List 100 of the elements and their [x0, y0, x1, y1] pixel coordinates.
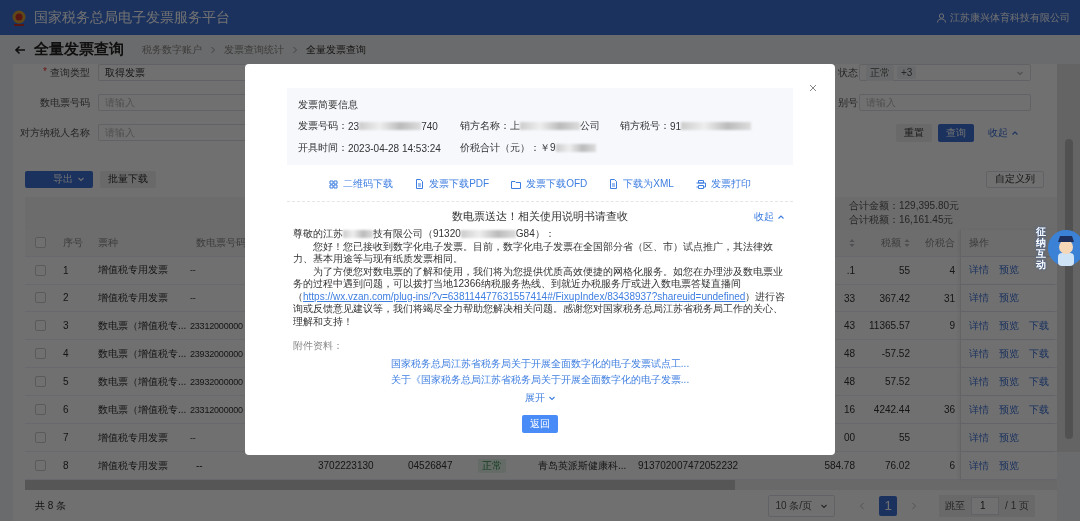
row-action-link[interactable]: 预览 [999, 430, 1019, 445]
table-cell: .1 [846, 264, 855, 276]
table-cell-text: 增值税专用发票 [97, 290, 169, 305]
info-value: 23 [348, 120, 360, 132]
table-cell-text: -- [189, 292, 197, 303]
download-link[interactable]: 发票下载PDF [415, 177, 490, 191]
jump-label: 跳至 [945, 498, 966, 513]
breadcrumb-item[interactable]: 全量发票查询 [306, 42, 366, 57]
table-cell-text: 2 [62, 292, 70, 304]
table-cell-text: 4 [62, 348, 70, 360]
row-action-link[interactable]: 下载 [1029, 402, 1049, 417]
batch-download-button[interactable]: 批量下载 [100, 170, 156, 188]
summary-text: 合计金额：129,395.80元 [849, 199, 960, 214]
attachment-link[interactable]: 关于《国家税务总局江苏省税务局关于开展全面数字化的电子发票... [390, 372, 690, 387]
input-field[interactable]: 取得发票 [98, 64, 245, 82]
row-action-link[interactable]: 详情 [969, 458, 989, 473]
row-action-link[interactable]: 下载 [1029, 374, 1049, 389]
table-cell-text: 5 [62, 376, 70, 388]
table-cell-text: 8 [62, 460, 70, 471]
collapse-link[interactable]: 收起 [980, 123, 1027, 142]
live-room-link[interactable]: https://wx.vzan.com/plug-ins/?v=638114477631557414#/FixupIndex/83438937?shareuid=undefined [303, 290, 746, 302]
table-cell: 57.52 [884, 376, 910, 388]
emblem-icon [10, 8, 28, 27]
row-action-link[interactable]: 预览 [999, 318, 1019, 333]
info-title: 发票简要信息 [298, 98, 359, 112]
table-cell-text: 1 [62, 264, 70, 276]
user-icon [937, 12, 946, 23]
page-input[interactable]: 1 [971, 496, 1000, 515]
table-cell-text: 数电票（增值税专... [97, 318, 188, 333]
row-action-link[interactable]: 详情 [969, 318, 989, 333]
app-title: 国家税务总局电子发票服务平台 [34, 8, 230, 27]
table-cell-text: 6 [62, 404, 70, 416]
notice-title: 数电票送达！相关使用说明书请查收 [452, 210, 628, 224]
row-action-link[interactable]: 预览 [999, 291, 1019, 306]
table-cell: 16 [843, 404, 855, 416]
download-link[interactable]: 发票打印 [695, 177, 751, 191]
row-action-link[interactable]: 下载 [1029, 318, 1049, 333]
table-cell: 9 [949, 320, 955, 332]
table-cell-text: 3 [62, 320, 70, 332]
row-action-link[interactable]: 详情 [969, 291, 989, 306]
table-cell: 4 [949, 264, 955, 276]
row-action-link[interactable]: 详情 [969, 263, 989, 278]
table-cell: 11365.57 [869, 320, 910, 332]
row-action-link[interactable]: 预览 [999, 374, 1019, 389]
table-cell: 6 [949, 460, 955, 471]
notice-paragraph: 为了方便您对数电票的了解和使用，我们将为您提供优质高效便捷的网格化服务。如您在办理涉及数电票业务的过程中遇到问题，可以拨打当地12366纳税服务热线、到就近办税服务厅或进入数电票答疑直播间（https://wx.vzan.com/plug-ins/?v=638114477631557414#/FixupIndex/83438937?shareuid=undefined）进行咨询或反馈意见建议等，我们将竭尽全力帮助您解决相关问题。感谢您对国家税务总局江苏省税务局工作的关心、理解和支持！ [293, 265, 787, 328]
row-action-link[interactable]: 预览 [999, 402, 1019, 417]
greeting-text: G84）： [515, 228, 555, 241]
download-link[interactable]: 发票下载OFD [511, 177, 588, 191]
mascot-figure-drawing[interactable] [1047, 229, 1080, 267]
customize-columns-button[interactable]: 自定义列 [986, 170, 1044, 188]
greeting-text: 尊敬的江苏 [293, 228, 343, 241]
sort-icon[interactable] [904, 237, 910, 248]
user-name[interactable]: 江苏康兴体育科技有限公司 [950, 10, 1070, 25]
row-action-link[interactable]: 预览 [999, 458, 1019, 473]
notice-paragraph: 您好！您已接收到数字化电子发票。目前，数字化电子发票在全国部分省（区、市）试点推广，其法律效力、基本用途等与现有纸质发票相同。 [293, 240, 774, 266]
page-size-select[interactable]: 10 条/页 [768, 494, 836, 517]
table-cell-text: 增值税专用发票 [97, 430, 169, 445]
table-cell: 4242.44 [873, 404, 910, 416]
table-cell-text: 7 [62, 432, 70, 443]
info-label: 发票号码： [298, 119, 348, 133]
redacted-blur [343, 230, 373, 239]
table-cell: 43 [843, 320, 855, 332]
search-button[interactable]: 查询 [938, 123, 974, 142]
row-action-link[interactable]: 下载 [1029, 346, 1049, 361]
scrollbar-thumb[interactable] [25, 480, 735, 490]
sort-icon[interactable] [849, 237, 855, 248]
table-cell: 33 [843, 292, 855, 304]
back-arrow-icon[interactable] [14, 44, 26, 55]
collapse-link[interactable]: 收起 [754, 210, 785, 224]
download-link[interactable]: 下载为XML [609, 177, 674, 191]
back-button[interactable]: 返回 [522, 414, 558, 433]
row-action-link[interactable]: 详情 [969, 430, 989, 445]
table-cell: 367.42 [879, 292, 910, 304]
expand-link[interactable]: 展开 [524, 390, 556, 405]
row-action-link[interactable]: 详情 [969, 346, 989, 361]
close-icon[interactable] [809, 84, 817, 92]
document-icon [609, 179, 619, 189]
download-link[interactable]: 二维码下载 [329, 177, 394, 191]
info-label: 价税合计（元）： [460, 141, 540, 155]
export-button[interactable]: 导出 [25, 170, 93, 188]
total-count: 共 8 条 [35, 498, 67, 513]
row-action-link[interactable]: 预览 [999, 263, 1019, 278]
row-action-link[interactable]: 详情 [969, 374, 989, 389]
info-value: 91 [670, 120, 682, 132]
row-action-link[interactable]: 详情 [969, 402, 989, 417]
table-cell: 48 [843, 348, 855, 360]
page-button[interactable]: 1 [879, 495, 898, 516]
table-cell-text: -- [195, 460, 204, 471]
table-cell-text: 04526847 [407, 460, 454, 471]
mascot-label[interactable]: 征纳互动 [1036, 226, 1046, 270]
table-cell: 31 [943, 292, 955, 304]
document-icon [415, 179, 425, 189]
page-title: 全量发票查询 [34, 40, 124, 59]
info-label: 销方税号： [620, 119, 670, 133]
row-action-link[interactable]: 预览 [999, 346, 1019, 361]
attachment-link[interactable]: 国家税务总局江苏省税务局关于开展全面数字化的电子发票试点工... [390, 356, 690, 371]
reset-button[interactable]: 重置 [896, 123, 932, 142]
field-label: 数电票号码 [40, 95, 90, 110]
info-value: 上 [510, 119, 520, 133]
